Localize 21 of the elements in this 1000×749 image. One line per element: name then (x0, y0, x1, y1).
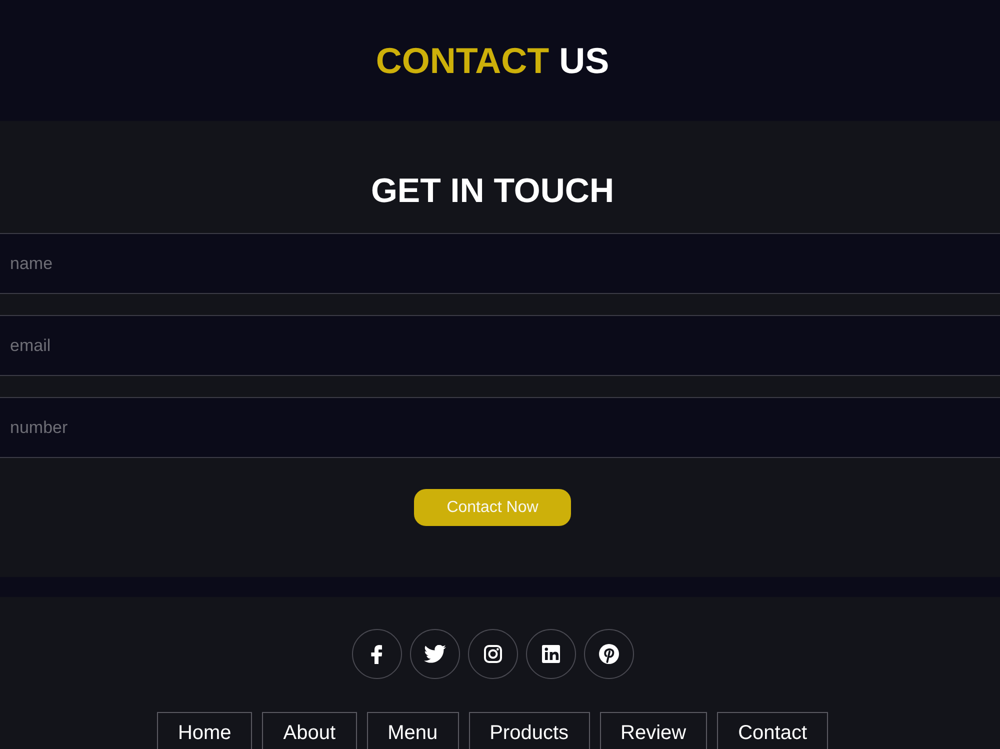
in-logo-icon (542, 645, 560, 663)
page-title: CONTACT US (376, 38, 610, 82)
input-field[interactable]: email (0, 315, 1000, 376)
input-field[interactable]: number (0, 397, 1000, 458)
f-logo-icon (371, 644, 382, 664)
nav-link[interactable]: About (262, 712, 357, 749)
social-link[interactable] (526, 629, 576, 679)
camera-icon (484, 645, 502, 663)
nav-link[interactable]: Contact (717, 712, 828, 749)
bird-icon (424, 645, 446, 663)
social-link[interactable] (352, 629, 402, 679)
social-link[interactable] (410, 629, 460, 679)
social-link[interactable] (584, 629, 634, 679)
p-logo-icon (598, 644, 618, 664)
social-link[interactable] (468, 629, 518, 679)
nav-link[interactable]: Menu (366, 712, 459, 749)
nav-link[interactable]: Review (600, 712, 708, 749)
nav-link[interactable]: Home (156, 712, 252, 749)
nav-link[interactable]: Products (468, 712, 590, 749)
section-heading: GET IN TOUCH (370, 171, 614, 211)
input-field[interactable]: name (0, 233, 1000, 294)
